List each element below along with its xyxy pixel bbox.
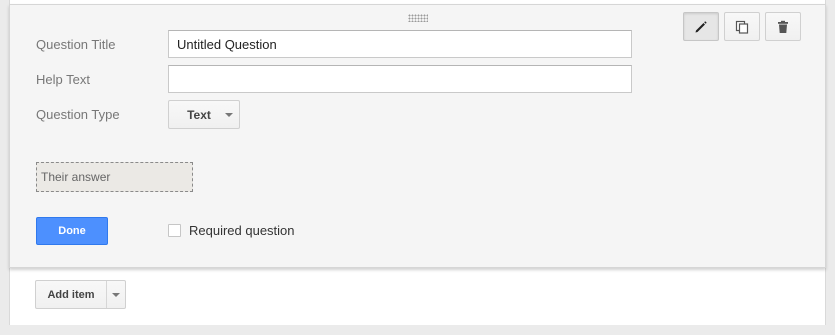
duplicate-icon xyxy=(735,20,749,34)
question-editor: Question Title Help Text Question Type T… xyxy=(9,4,826,268)
chevron-down-icon xyxy=(112,292,120,297)
answer-preview: Their answer xyxy=(36,162,193,192)
question-type-select[interactable]: Text xyxy=(168,100,240,129)
question-type-label: Question Type xyxy=(36,107,120,122)
add-item-button[interactable]: Add item xyxy=(35,280,126,309)
duplicate-button[interactable] xyxy=(724,12,760,41)
question-type-value: Text xyxy=(187,107,211,122)
add-item-dropdown[interactable] xyxy=(107,292,125,297)
pencil-icon xyxy=(695,20,707,32)
trash-icon xyxy=(778,20,788,33)
edit-button[interactable] xyxy=(683,12,719,41)
delete-button[interactable] xyxy=(765,12,801,41)
add-item-label: Add item xyxy=(47,288,95,301)
chevron-down-icon xyxy=(225,112,233,117)
question-title-label: Question Title xyxy=(36,37,116,52)
help-text-input[interactable] xyxy=(168,65,632,93)
help-text-label: Help Text xyxy=(36,72,90,87)
done-button[interactable]: Done xyxy=(36,217,108,245)
question-title-input[interactable] xyxy=(168,30,632,58)
required-question-label: Required question xyxy=(189,223,295,238)
required-checkbox[interactable] xyxy=(168,224,181,237)
drag-handle-icon[interactable] xyxy=(408,14,428,22)
required-question-toggle[interactable]: Required question xyxy=(168,223,295,238)
